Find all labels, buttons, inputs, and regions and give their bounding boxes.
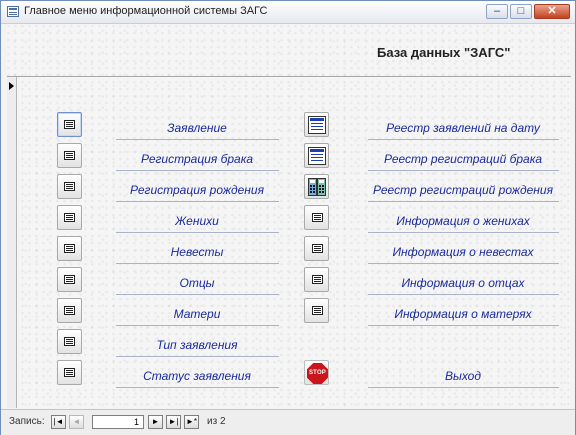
- form-icon: [64, 368, 75, 377]
- close-button[interactable]: ✕: [534, 4, 570, 19]
- minimize-button[interactable]: –: [486, 4, 508, 19]
- divider: [368, 294, 559, 295]
- form-icon: [64, 151, 75, 160]
- divider: [368, 232, 559, 233]
- record-label: Запись:: [9, 416, 45, 427]
- divider: [116, 139, 279, 140]
- divider: [116, 356, 279, 357]
- divider: [116, 232, 279, 233]
- menu-label-reestr-zayavleniy[interactable]: Реестр заявлений на дату: [368, 121, 558, 135]
- record-count: из 2: [207, 416, 226, 427]
- divider: [368, 263, 559, 264]
- open-nevesty-button[interactable]: [57, 236, 82, 261]
- open-reestr-zayavleniy-button[interactable]: [304, 112, 329, 137]
- divider: [116, 387, 279, 388]
- record-navigation-bar: Запись: |◄ ◄ 1 ► ►| ►* из 2: [1, 409, 575, 435]
- window-title: Главное меню информационной системы ЗАГС: [24, 5, 268, 17]
- form-icon: [312, 306, 323, 315]
- new-record-button[interactable]: ►*: [184, 415, 199, 429]
- divider: [368, 325, 559, 326]
- menu-label-status-zayavleniya[interactable]: Статус заявления: [116, 369, 278, 383]
- divider: [116, 170, 279, 171]
- open-info-materi-button[interactable]: [304, 298, 329, 323]
- open-registraciya-rozhdeniya-button[interactable]: [57, 174, 82, 199]
- menu-label-info-materi[interactable]: Информация о матерях: [368, 307, 558, 321]
- menu-label-zhenikhi[interactable]: Женихи: [116, 214, 278, 228]
- menu-label-zayavlenie[interactable]: Заявление: [116, 121, 278, 135]
- divider: [368, 201, 559, 202]
- divider: [368, 139, 559, 140]
- open-info-zhenikhi-button[interactable]: [304, 205, 329, 230]
- divider: [116, 263, 279, 264]
- maximize-button[interactable]: □: [510, 4, 532, 19]
- last-record-button[interactable]: ►|: [166, 415, 181, 429]
- open-zayavlenie-button[interactable]: [57, 112, 82, 137]
- report-icon: [308, 147, 326, 165]
- menu-label-nevesty[interactable]: Невесты: [116, 245, 278, 259]
- form-icon: [312, 213, 323, 222]
- stop-icon: STOP: [307, 363, 328, 384]
- form-body: База данных "ЗАГС" Заявление Регистрация…: [7, 24, 571, 408]
- divider: [116, 325, 279, 326]
- current-record-arrow-icon: [9, 82, 14, 90]
- next-record-button[interactable]: ►: [148, 415, 163, 429]
- open-reestr-rozhdeniy-button[interactable]: [304, 174, 329, 199]
- open-reestr-brakov-button[interactable]: [304, 143, 329, 168]
- open-info-otcy-button[interactable]: [304, 267, 329, 292]
- form-header: База данных "ЗАГС": [7, 24, 571, 77]
- open-otcy-button[interactable]: [57, 267, 82, 292]
- calculator-icon: [308, 178, 317, 196]
- menu-label-registraciya-rozhdeniya[interactable]: Регистрация рождения: [116, 183, 278, 197]
- database-title: База данных "ЗАГС": [377, 45, 511, 60]
- previous-record-button[interactable]: ◄: [69, 415, 84, 429]
- calculator-icon: [317, 178, 326, 196]
- menu-label-otcy[interactable]: Отцы: [116, 276, 278, 290]
- menu-label-tip-zayavleniya[interactable]: Тип заявления: [116, 338, 278, 352]
- app-window: Главное меню информационной системы ЗАГС…: [0, 0, 576, 435]
- divider: [368, 170, 559, 171]
- form-icon: [64, 213, 75, 222]
- menu-label-registraciya-braka[interactable]: Регистрация брака: [116, 152, 278, 166]
- open-registraciya-braka-button[interactable]: [57, 143, 82, 168]
- record-selector[interactable]: [7, 77, 17, 408]
- divider: [368, 387, 559, 388]
- form-icon: [64, 275, 75, 284]
- menu-label-reestr-rozhdeniy[interactable]: Реестр регистраций рождения: [368, 183, 558, 197]
- form-icon: [64, 120, 75, 129]
- exit-button[interactable]: STOP: [304, 360, 329, 385]
- open-info-nevesty-button[interactable]: [304, 236, 329, 261]
- form-icon: [64, 306, 75, 315]
- open-tip-zayavleniya-button[interactable]: [57, 329, 82, 354]
- menu-label-reestr-brakov[interactable]: Реестр регистраций брака: [368, 152, 558, 166]
- title-bar: Главное меню информационной системы ЗАГС…: [1, 1, 575, 24]
- divider: [116, 294, 279, 295]
- open-zhenikhi-button[interactable]: [57, 205, 82, 230]
- menu-label-materi[interactable]: Матери: [116, 307, 278, 321]
- divider: [116, 201, 279, 202]
- form-window-icon: [7, 6, 19, 17]
- form-icon: [64, 182, 75, 191]
- report-icon: [308, 116, 326, 134]
- menu-label-info-otcy[interactable]: Информация о отцах: [368, 276, 558, 290]
- menu-label-info-zhenikhi[interactable]: Информация о женихах: [368, 214, 558, 228]
- form-icon: [312, 244, 323, 253]
- open-status-zayavleniya-button[interactable]: [57, 360, 82, 385]
- menu-label-exit[interactable]: Выход: [368, 369, 558, 383]
- form-icon: [64, 337, 75, 346]
- form-icon: [64, 244, 75, 253]
- open-materi-button[interactable]: [57, 298, 82, 323]
- record-number-input[interactable]: 1: [92, 415, 144, 429]
- first-record-button[interactable]: |◄: [51, 415, 66, 429]
- form-icon: [312, 275, 323, 284]
- menu-label-info-nevesty[interactable]: Информация о невестах: [368, 245, 558, 259]
